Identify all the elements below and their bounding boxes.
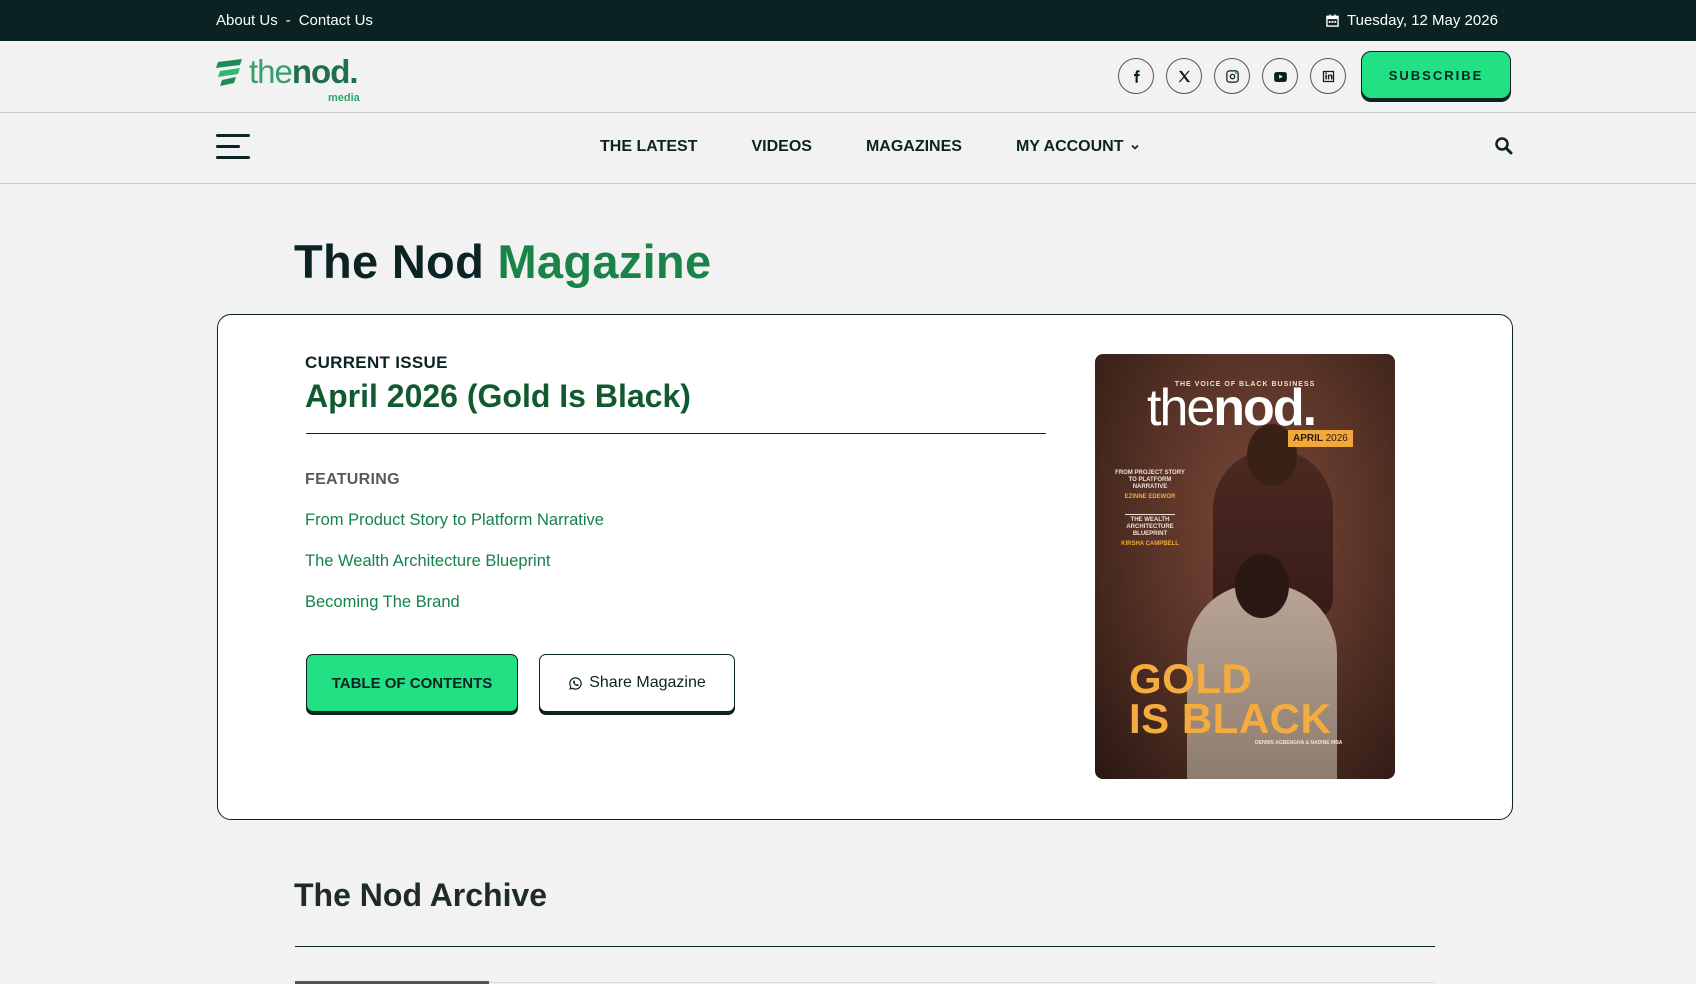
featuring-label: FEATURING (305, 471, 400, 488)
date-text: Tuesday, 12 May 2026 (1347, 12, 1498, 29)
facebook-icon[interactable] (1118, 58, 1154, 94)
site-header: thenod. media SUBSCRIBE (0, 41, 1696, 113)
nav-item-magazines[interactable]: MAGAZINES (866, 138, 962, 156)
top-bar: About Us - Contact Us Tuesday, 12 May 20… (0, 0, 1696, 41)
share-magazine-label: Share Magazine (589, 674, 706, 691)
x-icon[interactable] (1166, 58, 1202, 94)
issue-divider (306, 433, 1046, 434)
archive-title: The Nod Archive (294, 877, 548, 913)
archive-divider (295, 946, 1435, 947)
hamburger-menu-icon[interactable] (216, 134, 250, 162)
social-links (1118, 58, 1346, 94)
top-links-separator: - (285, 12, 291, 29)
nav-item-the-latest[interactable]: THE LATEST (600, 138, 697, 156)
current-date: Tuesday, 12 May 2026 (1326, 12, 1498, 29)
feature-link[interactable]: From Product Story to Platform Narrative (305, 511, 604, 530)
nav-menu: THE LATEST VIDEOS MAGAZINES MY ACCOUNT (600, 138, 1140, 156)
page-title: The Nod Magazine (294, 235, 712, 288)
feature-link[interactable]: Becoming The Brand (305, 593, 460, 612)
main-nav: THE LATEST VIDEOS MAGAZINES MY ACCOUNT (0, 114, 1696, 184)
logo-mark-icon (216, 59, 242, 86)
search-icon[interactable] (1494, 136, 1514, 156)
archive-tab-baseline (489, 982, 1435, 983)
cover-masthead: thenod. (1147, 379, 1317, 437)
subscribe-button[interactable]: SUBSCRIBE (1361, 51, 1511, 99)
calendar-icon (1326, 14, 1339, 27)
linkedin-icon[interactable] (1310, 58, 1346, 94)
share-magazine-button[interactable]: Share Magazine (539, 654, 735, 712)
whatsapp-icon (569, 676, 582, 690)
cover-figure-woman-head (1235, 554, 1289, 618)
nav-item-my-account[interactable]: MY ACCOUNT (1016, 138, 1140, 156)
cover-byline: DENNIS AGBENGHA & NADINE MBA (1255, 740, 1343, 746)
youtube-icon[interactable] (1262, 58, 1298, 94)
cover-story-1: FROM PROJECT STORY TO PLATFORM NARRATIVE… (1115, 470, 1185, 500)
table-of-contents-button[interactable]: TABLE OF CONTENTS (306, 654, 518, 712)
logo-wordmark: thenod. (249, 53, 359, 90)
top-links: About Us - Contact Us (216, 12, 373, 29)
cover-month-badge: APRIL 2026 (1288, 430, 1353, 447)
nav-item-videos[interactable]: VIDEOS (751, 138, 811, 156)
feature-link[interactable]: The Wealth Architecture Blueprint (305, 552, 551, 571)
chevron-down-icon (1130, 144, 1139, 150)
current-issue-label: CURRENT ISSUE (305, 353, 448, 372)
instagram-icon[interactable] (1214, 58, 1250, 94)
cover-headline: GOLD IS BLACK (1129, 655, 1332, 742)
about-us-link[interactable]: About Us (216, 12, 278, 29)
logo-subtitle: media (328, 92, 360, 104)
contact-us-link[interactable]: Contact Us (299, 12, 373, 29)
current-issue-card: CURRENT ISSUE April 2026 (Gold Is Black)… (217, 314, 1513, 820)
cover-story-2: THE WEALTH ARCHITECTURE BLUEPRINT KIRSHA… (1121, 517, 1179, 547)
cover-divider (1125, 514, 1175, 515)
magazine-cover[interactable]: THE VOICE OF BLACK BUSINESS thenod. APRI… (1095, 354, 1395, 779)
issue-title: April 2026 (Gold Is Black) (305, 378, 691, 414)
site-logo[interactable]: thenod. media (216, 53, 360, 104)
